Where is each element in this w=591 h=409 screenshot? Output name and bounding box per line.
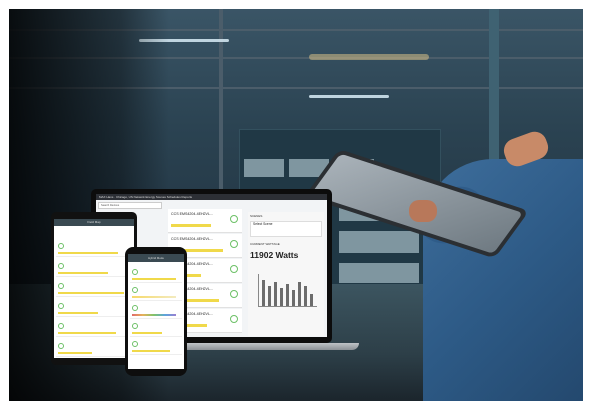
level-bar [132, 278, 176, 280]
status-ring-icon [58, 243, 64, 249]
chart-bar [280, 288, 283, 306]
status-ring-icon [132, 269, 138, 275]
status-ring-icon [58, 323, 64, 329]
level-bar [132, 350, 170, 352]
chart-bar [262, 280, 265, 306]
search-input[interactable]: Search Devices [98, 202, 162, 209]
level-bar [132, 332, 162, 334]
level-bar [132, 296, 176, 298]
laptop-topbar: MAX Hans · Chicago, US Network Energy Sc… [96, 194, 327, 200]
list-item[interactable] [130, 302, 182, 319]
color-level-bar [132, 314, 176, 316]
list-item[interactable] [56, 239, 132, 257]
pallet-box [339, 231, 419, 253]
select-scene-dropdown[interactable]: Select Scene [250, 221, 322, 237]
status-ring-icon [230, 265, 238, 273]
list-item[interactable] [130, 338, 182, 355]
status-ring-icon [132, 305, 138, 311]
list-item[interactable] [56, 299, 132, 317]
phone-title: Hybrid Mode [128, 254, 184, 262]
pallet-box [339, 263, 419, 283]
status-ring-icon [58, 303, 64, 309]
support-column [219, 9, 223, 199]
chart-bar [292, 290, 295, 306]
current-wattage-label: CURRENT WATTAGE [250, 242, 280, 246]
status-ring-icon [58, 283, 64, 289]
level-bar [58, 272, 108, 274]
chart-bar [268, 286, 271, 306]
status-ring-icon [230, 315, 238, 323]
status-ring-icon [132, 323, 138, 329]
status-ring-icon [230, 290, 238, 298]
list-item[interactable] [56, 259, 132, 277]
section-label: SCENES [250, 214, 263, 218]
level-bar [171, 224, 211, 227]
list-item[interactable] [56, 279, 132, 297]
status-ring-icon [132, 287, 138, 293]
chart-bar [304, 286, 307, 306]
list-item[interactable]: CCS EMS4204-4EH2VL... [168, 209, 242, 233]
chart-bar [310, 294, 313, 306]
list-item[interactable] [56, 319, 132, 337]
phone-display: Hybrid Mode [128, 254, 184, 369]
wattage-bar-chart [258, 274, 317, 307]
list-item[interactable] [130, 320, 182, 337]
level-bar [58, 332, 116, 334]
ceiling-light [309, 95, 389, 98]
level-bar [58, 292, 124, 294]
level-bar [58, 312, 98, 314]
level-bar [58, 252, 118, 254]
status-ring-icon [132, 341, 138, 347]
chart-bar [298, 282, 301, 306]
status-ring-icon [58, 263, 64, 269]
list-item[interactable] [130, 266, 182, 283]
chart-bar [274, 282, 277, 306]
status-ring-icon [230, 240, 238, 248]
pallet-box [244, 159, 284, 177]
list-item[interactable] [130, 284, 182, 301]
tablet-title: Field Map [54, 219, 134, 226]
status-ring-icon [58, 343, 64, 349]
wattage-value: 11902 Watts [250, 250, 299, 260]
list-item[interactable] [56, 339, 132, 357]
ceiling-light [309, 54, 429, 60]
device-name: CCS EMS4204-4EH2VL... [171, 237, 213, 241]
device-name: CCS EMS4204-4EH2VL... [171, 212, 213, 216]
person-hand [409, 200, 437, 222]
scene-panel: SCENES Select Scene CURRENT WATTAGE 1190… [248, 212, 324, 336]
status-ring-icon [230, 215, 238, 223]
tablet-display: Field Map [54, 219, 134, 358]
level-bar [58, 352, 92, 354]
phone: Hybrid Mode [125, 247, 187, 376]
chart-bar [286, 284, 289, 306]
